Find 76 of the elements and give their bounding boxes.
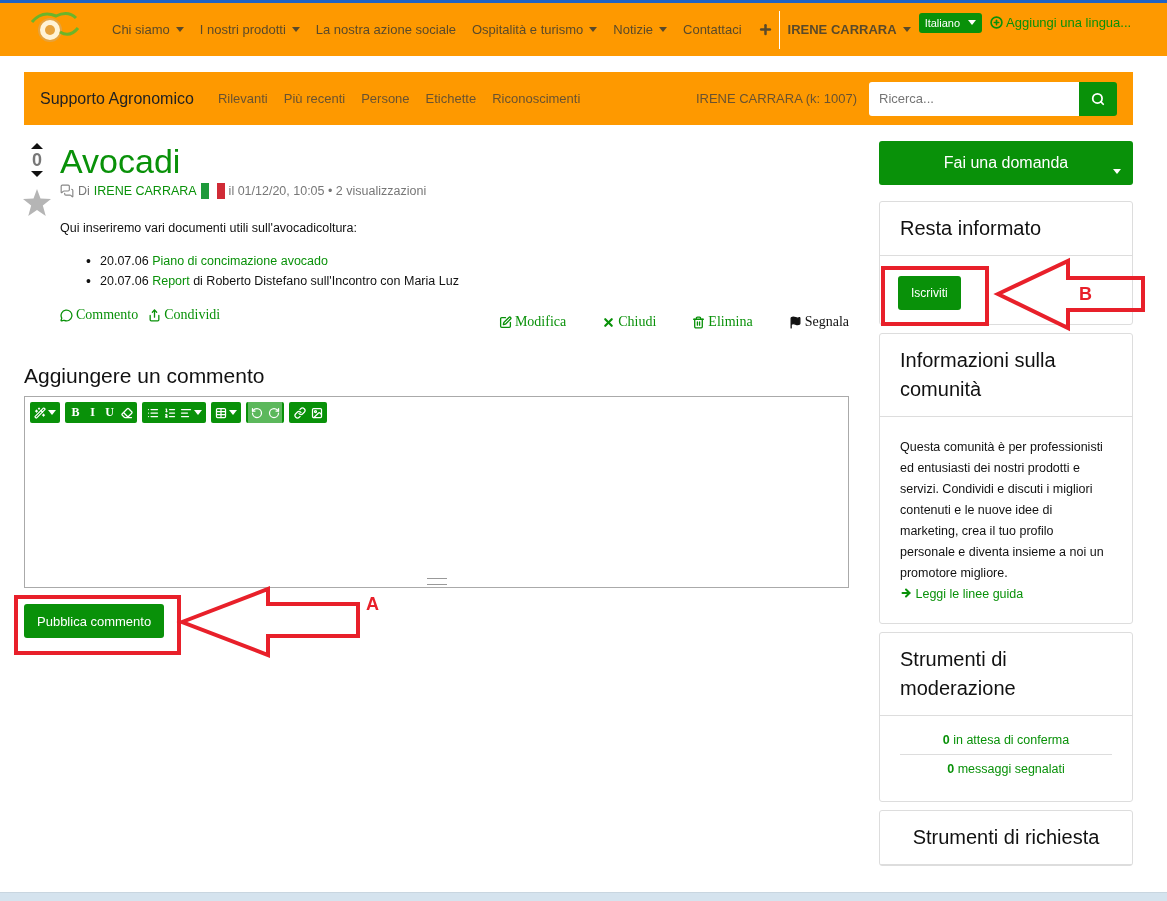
search-field[interactable]: Ricerca...: [869, 81, 1079, 116]
flag-icon: [788, 315, 802, 329]
action-link[interactable]: Commento: [60, 307, 139, 323]
arrow-right-icon: [900, 587, 912, 599]
numbered-list-icon: [163, 406, 176, 419]
bulleted-list-icon: [146, 406, 159, 419]
language-dropdown[interactable]: Italiano: [918, 12, 983, 33]
forum-nav-link[interactable]: Persone: [361, 91, 410, 106]
action-link[interactable]: Condividi: [148, 307, 221, 323]
action-link[interactable]: Elimina: [692, 314, 753, 330]
close-icon: [602, 315, 616, 329]
user-karma[interactable]: IRENE CARRARA (k: 1007): [695, 91, 857, 106]
edit-icon: [498, 315, 512, 329]
plus-icon[interactable]: [757, 22, 773, 37]
card-title: Strumenti di moderazione: [880, 633, 1132, 716]
card-title: Strumenti di richiesta: [880, 811, 1132, 865]
meta-text: il 01/12/20, 10:05 • 2 visualizzazioni: [228, 184, 427, 198]
nav-menu-item[interactable]: Contattaci: [683, 22, 742, 37]
resize-grip[interactable]: [426, 578, 447, 585]
undo-icon: [250, 406, 263, 419]
forum-nav-link[interactable]: Più recenti: [283, 91, 346, 106]
card-title: Informazioni sulla comunità: [880, 334, 1132, 417]
forum-title[interactable]: Supporto Agronomico: [40, 89, 194, 108]
document-list-item: 20.07.06 Report di Roberto Distefano sull'Incontro con Maria Luz: [100, 273, 459, 290]
magic-wand-icon: [34, 406, 46, 419]
image-icon: [310, 406, 323, 419]
document-list-item: 20.07.06 Piano di concimazione avocado: [100, 253, 328, 270]
annotation-label: B: [1079, 284, 1092, 305]
nav-menu-item[interactable]: Ospitalità e turismo: [472, 22, 598, 37]
comments-icon: [60, 184, 74, 198]
user-menu[interactable]: IRENE CARRARA: [787, 22, 911, 37]
action-link[interactable]: Chiudi: [602, 314, 657, 330]
action-link[interactable]: Segnala: [788, 314, 849, 330]
question-title: Avocadi: [60, 141, 182, 181]
nav-menu-item[interactable]: Notizie: [613, 22, 667, 37]
search-button[interactable]: [1079, 81, 1117, 116]
link-icon: [293, 406, 306, 419]
ask-question-button[interactable]: Fai una domanda: [879, 141, 1133, 185]
forum-nav-link[interactable]: Etichette: [425, 91, 477, 106]
bullet: •: [86, 272, 92, 291]
nav-menu-item[interactable]: I nostri prodotti: [199, 22, 300, 37]
bullet: •: [86, 252, 92, 271]
share-icon: [148, 308, 162, 322]
moderation-link[interactable]: 0 messaggi segnalati: [900, 755, 1112, 783]
card-title: Resta informato: [880, 202, 1132, 256]
publish-comment-button[interactable]: Pubblica commento: [24, 604, 165, 638]
subscribe-button[interactable]: Iscriviti: [898, 276, 961, 310]
plus-circle-icon: [990, 16, 1004, 29]
annotation-label: A: [366, 594, 379, 615]
document-link[interactable]: Piano di concimazione avocado: [152, 254, 328, 268]
comment-heading: Aggiungere un commento: [24, 364, 266, 388]
vote-count: 0: [32, 149, 42, 171]
community-description: Questa comunità è per professionisti ed entusiasti dei nostri prodotti e servizi. Condividi e discuti i migliori contenuti e le nuove idee di marketing, crea il tuo profilo personale e diventa insieme a noi un promotore migliore. Leggi le linee guida: [900, 439, 1105, 603]
comment-editor[interactable]: B I U: [24, 396, 849, 588]
forum-nav-link[interactable]: Riconoscimenti: [492, 91, 581, 106]
forum-nav-link[interactable]: Rilevanti: [217, 91, 268, 106]
nav-menu-item[interactable]: La nostra azione sociale: [315, 22, 456, 37]
eraser-icon: [120, 406, 133, 419]
question-text: Qui inseriremo vari documenti utili sull'avocadicoltura:: [60, 221, 358, 235]
nav-menu-item[interactable]: Chi siamo: [112, 22, 184, 37]
moderation-link[interactable]: 0 in attesa di conferma: [900, 726, 1112, 755]
table-icon: [215, 406, 227, 419]
align-icon: [180, 406, 192, 419]
trash-icon: [692, 315, 706, 329]
downvote-icon[interactable]: [31, 171, 43, 177]
meta-text: Di: [78, 184, 90, 198]
redo-icon: [267, 406, 280, 419]
star-icon[interactable]: [23, 189, 51, 216]
guidelines-link[interactable]: Leggi le linee guida: [900, 587, 1024, 601]
upvote-icon[interactable]: [31, 143, 43, 149]
document-link[interactable]: Report: [152, 274, 190, 288]
speech-bubble-icon: [60, 308, 73, 322]
action-link[interactable]: Modifica: [498, 314, 567, 330]
search-icon: [1091, 91, 1105, 106]
flag-icon: [200, 183, 225, 199]
author-link[interactable]: IRENE CARRARA: [93, 184, 197, 198]
